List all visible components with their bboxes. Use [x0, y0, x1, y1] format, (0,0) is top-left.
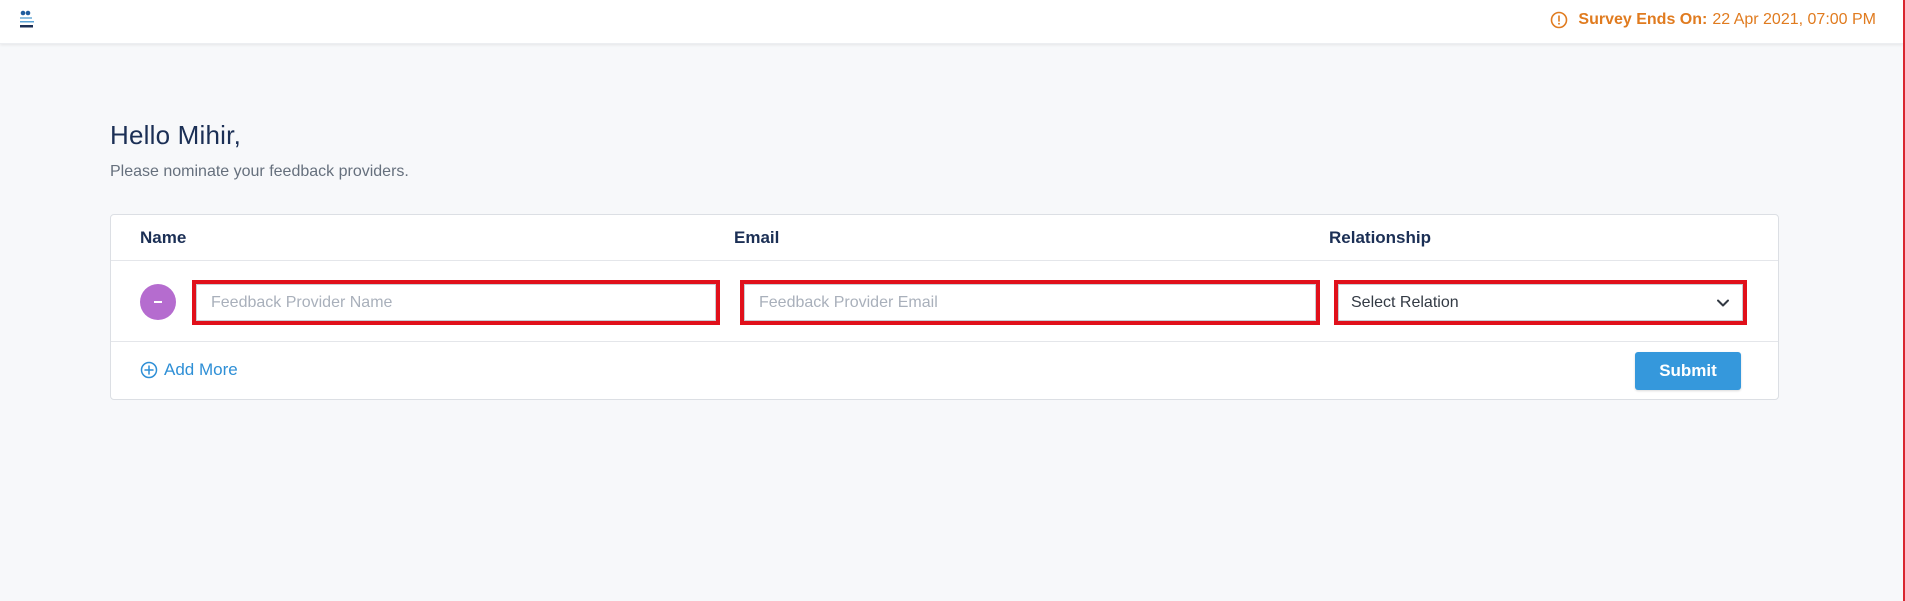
alert-circle-icon — [1551, 11, 1568, 29]
remove-row-button[interactable] — [140, 284, 176, 320]
feedback-provider-email-input[interactable] — [744, 284, 1316, 321]
plus-circle-icon — [140, 361, 158, 379]
column-header-email: Email — [734, 228, 780, 247]
relationship-select[interactable]: Select Relation — [1338, 284, 1743, 321]
feedback-provider-name-input[interactable] — [196, 284, 716, 321]
survey-end-value: 22 Apr 2021, 07:00 PM — [1712, 11, 1876, 28]
nomination-table: Name Email Relationship Select Relation … — [110, 214, 1779, 400]
submit-button[interactable]: Submit — [1635, 352, 1741, 390]
column-header-relationship: Relationship — [1329, 228, 1432, 247]
top-bar: Survey Ends On: 22 Apr 2021, 07:00 PM — [0, 0, 1903, 44]
page-title: Hello Mihir, — [110, 120, 241, 150]
row-divider — [111, 341, 1778, 342]
add-more-link[interactable]: Add More — [140, 360, 238, 380]
email-field-highlight — [740, 280, 1320, 325]
minus-icon — [154, 301, 162, 303]
column-header-name: Name — [140, 228, 187, 247]
header-divider — [111, 260, 1778, 261]
relationship-field-highlight: Select Relation — [1334, 280, 1747, 325]
survey-end-label: Survey Ends On: — [1578, 11, 1708, 28]
name-field-highlight — [192, 280, 720, 325]
chevron-down-icon — [1717, 299, 1729, 306]
company-logo-icon[interactable] — [19, 9, 37, 31]
relationship-selected-value: Select Relation — [1351, 293, 1459, 311]
survey-end-notice: Survey Ends On: 22 Apr 2021, 07:00 PM — [1550, 10, 1876, 30]
add-more-label: Add More — [164, 360, 238, 379]
page-subtitle: Please nominate your feedback providers. — [110, 163, 409, 180]
